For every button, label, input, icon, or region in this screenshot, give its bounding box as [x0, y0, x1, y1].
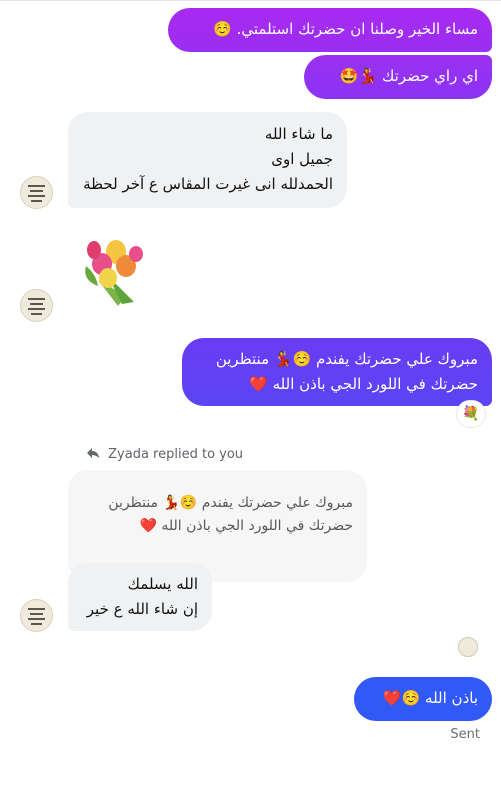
- message-text: مساء الخير وصلنا ان حضرتك استلمتي. ☺️: [213, 20, 478, 38]
- reply-arrow-icon: [86, 446, 100, 460]
- contact-avatar[interactable]: [20, 599, 53, 632]
- bouquet-icon: [85, 240, 143, 306]
- status-text: Sent: [450, 727, 480, 742]
- message-line: الله يسلمك: [127, 575, 198, 593]
- contact-avatar[interactable]: [20, 289, 53, 322]
- message-text: اي راي حضرتك 💃🤩: [339, 67, 478, 85]
- incoming-message-1[interactable]: ما شاء الله جميل اوى الحمدلله انى غيرت ا…: [68, 112, 347, 208]
- contact-avatar[interactable]: [20, 176, 53, 209]
- message-line: حضرتك في اللورد الجي باذن الله ❤️: [249, 375, 478, 393]
- message-text: باذن الله ☺️❤️: [382, 689, 478, 707]
- bouquet-sticker[interactable]: 💐: [78, 236, 150, 308]
- message-line: ما شاء الله: [264, 125, 333, 143]
- bouquet-reaction-icon: 💐: [462, 406, 480, 422]
- reply-header-text: Zyada replied to you: [108, 447, 244, 462]
- outgoing-message-1[interactable]: مساء الخير وصلنا ان حضرتك استلمتي. ☺️: [168, 8, 492, 52]
- outgoing-message-3[interactable]: مبروك علي حضرتك يفندم ☺️💃 منتظرين حضرتك …: [182, 338, 492, 406]
- reaction-badge[interactable]: 💐: [456, 400, 486, 428]
- quoted-line: حضرتك في اللورد الجي باذن الله ❤️: [139, 518, 353, 534]
- incoming-message-2[interactable]: الله يسلمك إن شاء الله ع خير: [68, 563, 212, 631]
- message-line: مبروك علي حضرتك يفندم ☺️💃 منتظرين: [215, 350, 478, 368]
- message-status: Sent: [430, 726, 480, 744]
- message-line: إن شاء الله ع خير: [86, 600, 198, 618]
- message-line: جميل اوى: [271, 150, 333, 168]
- outgoing-message-2[interactable]: اي راي حضرتك 💃🤩: [304, 55, 492, 99]
- quoted-line: مبروك علي حضرتك يفندم ☺️💃 منتظرين: [108, 495, 353, 511]
- message-line: الحمدلله انى غيرت المقاس ع آخر لحظة: [83, 175, 333, 193]
- seen-avatar: [458, 637, 478, 657]
- outgoing-message-4[interactable]: باذن الله ☺️❤️: [354, 677, 492, 721]
- reply-header: Zyada replied to you: [86, 445, 243, 465]
- top-divider: [0, 0, 501, 1]
